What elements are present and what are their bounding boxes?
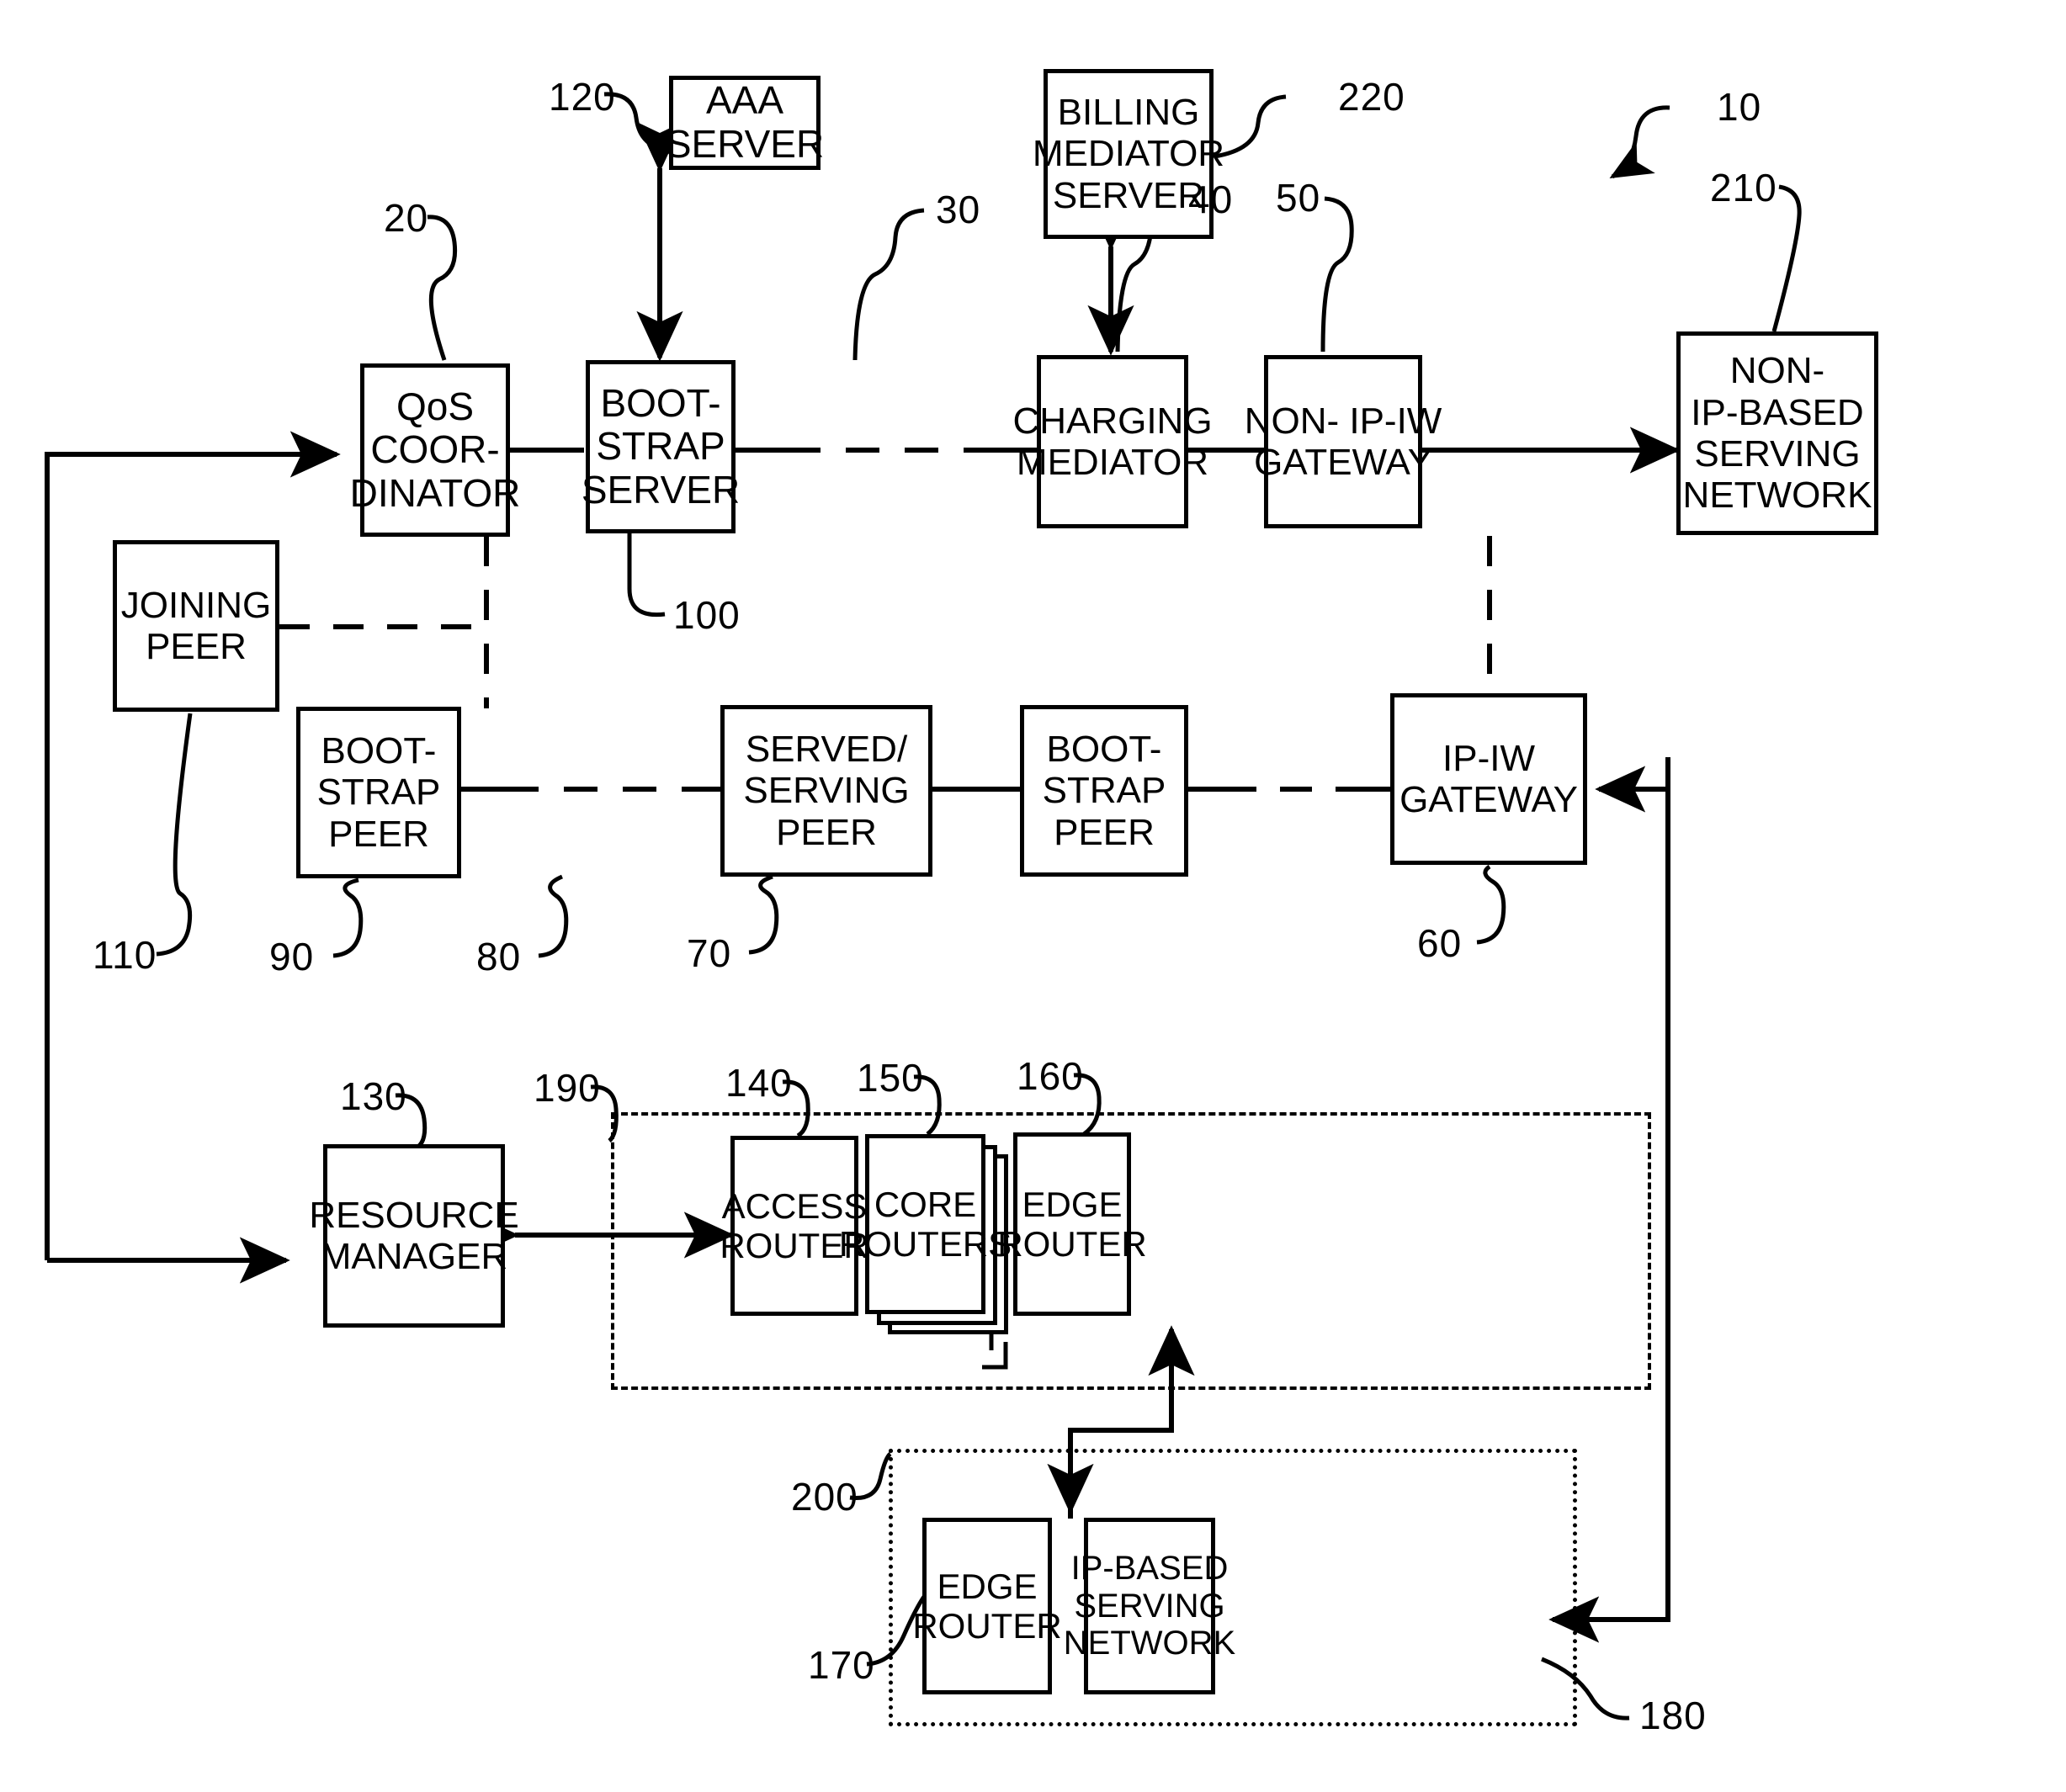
node-line: ROUTER — [997, 1224, 1147, 1264]
node-non-ip-iw-gateway[interactable]: NON- IP-IW GATEWAY — [1245, 355, 1442, 528]
ref-numeral-150: 150 — [857, 1056, 924, 1100]
ref-numeral-40: 40 — [1188, 178, 1234, 221]
node-line: PEER — [1054, 811, 1155, 853]
node-ip-iw-gateway[interactable]: IP-IW GATEWAY — [1390, 693, 1587, 865]
node-aaa-server[interactable]: AAA SERVER — [665, 76, 825, 170]
node-line: MEDIATOR — [1032, 133, 1225, 175]
node-line: IP-BASED — [1070, 1549, 1229, 1587]
ref-numeral-180: 180 — [1639, 1694, 1707, 1737]
node-line: RESOURCE — [309, 1194, 519, 1236]
node-line: NON- IP-IW — [1244, 400, 1442, 442]
node-resource-manager[interactable]: RESOURCE MANAGER — [309, 1144, 519, 1328]
node-line: SERVING — [743, 770, 910, 812]
node-line: BILLING — [1057, 92, 1200, 134]
node-line: MEDIATOR — [1016, 442, 1209, 483]
node-ip-based-serving-network[interactable]: IP-BASED SERVING NETWORK — [1064, 1518, 1235, 1694]
node-line: IP-IW — [1442, 737, 1535, 779]
node-line: BOOT- — [1046, 729, 1162, 771]
node-bootstrap-peer-70[interactable]: BOOT- STRAP PEER — [1020, 705, 1188, 877]
ref-numeral-200: 200 — [791, 1475, 858, 1519]
node-line: DINATOR — [349, 470, 521, 515]
node-served-serving-peer[interactable]: SERVED/ SERVING PEER — [720, 705, 932, 877]
ref-numeral-110: 110 — [93, 933, 157, 977]
ref-numeral-100: 100 — [673, 593, 741, 637]
node-line: NETWORK — [1682, 475, 1872, 517]
ref-numeral-170: 170 — [808, 1643, 875, 1687]
node-bootstrap-peer-90[interactable]: BOOT- STRAP PEER — [296, 707, 461, 878]
node-joining-peer[interactable]: JOINING PEER — [113, 540, 279, 712]
node-line: NON- — [1729, 350, 1825, 392]
node-line: IP-BASED — [1691, 391, 1864, 433]
ref-numeral-90: 90 — [269, 935, 315, 978]
node-line: SERVER — [665, 122, 825, 166]
ref-numeral-10: 10 — [1717, 85, 1762, 129]
ref-numeral-20: 20 — [384, 196, 429, 240]
node-non-ip-based-serving-network[interactable]: NON- IP-BASED SERVING NETWORK — [1676, 331, 1878, 535]
ref-numeral-60: 60 — [1417, 921, 1463, 965]
node-core-routers[interactable]: CORE ROUTERS — [839, 1134, 1012, 1314]
ref-numeral-80: 80 — [476, 935, 522, 978]
node-line: ROUTERS — [838, 1224, 1012, 1264]
node-line: STRAP — [1042, 770, 1166, 812]
node-line: SERVER — [1052, 174, 1205, 216]
ref-numeral-30: 30 — [936, 188, 981, 231]
node-line: MANAGER — [320, 1236, 508, 1277]
node-line: PEER — [146, 626, 247, 667]
node-line: SERVING — [1074, 1587, 1225, 1625]
ref-numeral-210: 210 — [1710, 166, 1777, 209]
node-line: QoS — [396, 384, 475, 428]
ref-numeral-190: 190 — [534, 1066, 601, 1110]
node-line: CORE — [874, 1184, 977, 1224]
node-line: GATEWAY — [1254, 442, 1432, 483]
node-bootstrap-server[interactable]: BOOT- STRAP SERVER — [582, 360, 740, 533]
node-line: CHARGING — [1012, 400, 1213, 442]
node-line: PEER — [776, 811, 877, 853]
ref-numeral-50: 50 — [1276, 176, 1321, 220]
ref-numeral-140: 140 — [725, 1061, 793, 1105]
ref-numeral-220: 220 — [1338, 75, 1405, 119]
node-line: STRAP — [596, 424, 725, 469]
node-line: ROUTER — [912, 1606, 1062, 1646]
ref-numeral-130: 130 — [340, 1074, 407, 1118]
node-line: BOOT- — [321, 730, 437, 772]
node-line: BOOT- — [600, 380, 721, 425]
node-line: PEER — [328, 813, 429, 855]
node-line: ACCESS — [721, 1185, 868, 1226]
node-line: AAA — [705, 78, 784, 123]
node-qos-coordinator[interactable]: QoS COOR- DINATOR — [350, 363, 520, 537]
node-line: SERVER — [581, 467, 741, 512]
node-line: SERVED/ — [745, 729, 908, 771]
node-line: JOINING — [120, 584, 272, 626]
node-line: GATEWAY — [1399, 779, 1578, 820]
node-charging-mediator[interactable]: CHARGING MEDIATOR — [1012, 355, 1213, 528]
node-line: EDGE — [1022, 1184, 1123, 1224]
patent-figure-canvas: AAA SERVER BILLING MEDIATOR SERVER QoS C… — [0, 0, 2066, 1792]
node-line: COOR- — [370, 427, 500, 472]
node-edge-router-160[interactable]: EDGE ROUTER — [997, 1132, 1147, 1316]
node-edge-router-170[interactable]: EDGE ROUTER — [912, 1518, 1062, 1694]
node-line: STRAP — [316, 771, 441, 814]
ref-numeral-70: 70 — [687, 931, 732, 975]
node-line: EDGE — [937, 1566, 1038, 1606]
node-line: NETWORK — [1063, 1625, 1236, 1662]
ref-numeral-120: 120 — [549, 75, 616, 119]
node-line: SERVING — [1694, 433, 1861, 475]
ref-numeral-160: 160 — [1017, 1054, 1084, 1098]
